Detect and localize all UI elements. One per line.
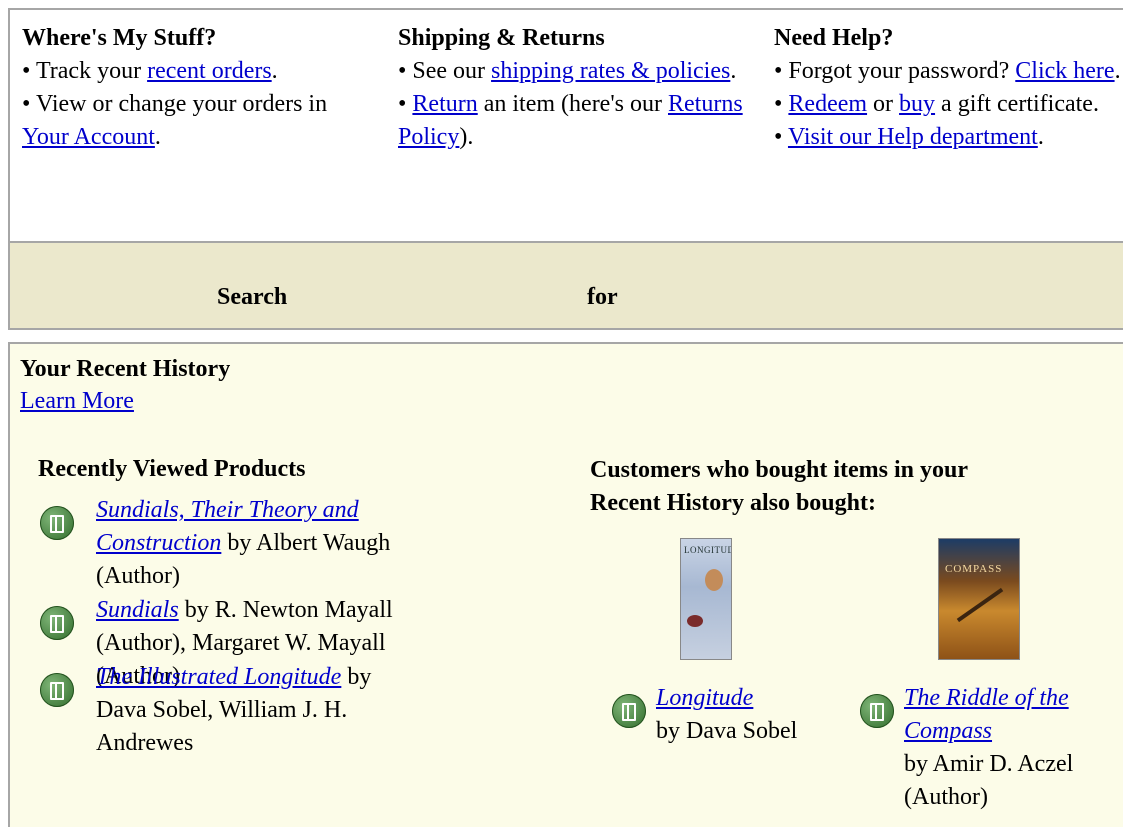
product-title-link[interactable]: The Illustrated Longitude	[96, 664, 341, 690]
cover-title-text: LONGITUDE	[684, 545, 731, 555]
book-icon[interactable]	[40, 606, 74, 640]
also-bought-title: Customers who bought items in your Recen…	[590, 457, 968, 516]
help-department-line: • Visit our Help department.	[774, 121, 1123, 154]
track-orders-line: • Track your recent orders.	[22, 55, 372, 88]
or-text: or	[867, 91, 900, 117]
recent-orders-link[interactable]: recent orders	[147, 58, 272, 84]
forgot-password-line: • Forgot your password? Click here.	[774, 55, 1123, 88]
book-icon[interactable]	[40, 673, 74, 707]
forgot-password-text: • Forgot your password?	[774, 58, 1016, 84]
recent-history-title: Your Recent History	[20, 356, 231, 382]
help-panel: Where's My Stuff? • Track your recent or…	[8, 8, 1123, 243]
shipping-returns-column: Shipping & Returns • See our shipping ra…	[398, 22, 758, 154]
track-orders-text: • Track your	[22, 58, 148, 84]
recent-history-panel: Your Recent History Learn More Recently …	[8, 342, 1123, 827]
portrait-icon	[705, 569, 723, 591]
recently-viewed-text: The Illustrated Longitude by Dava Sobel,…	[96, 661, 396, 760]
search-bar: Search for	[8, 243, 1123, 330]
book-icon[interactable]	[612, 694, 646, 728]
return-item-text: an item (here's our	[477, 91, 668, 117]
bullet: •	[398, 91, 413, 117]
search-label: Search	[217, 284, 288, 310]
buy-link[interactable]: buy	[899, 91, 935, 117]
also-bought-text: Longitude by Dava Sobel	[656, 682, 816, 748]
recently-viewed-text: Sundials, Their Theory and Construction …	[96, 494, 396, 593]
need-help-title: Need Help?	[774, 25, 894, 51]
also-bought-byline: by Amir D. Aczel (Author)	[904, 751, 1074, 810]
riddle-of-compass-cover-image[interactable]: COMPASS	[938, 538, 1020, 660]
product-title-link[interactable]: Sundials	[96, 597, 179, 623]
your-account-link[interactable]: Your Account	[22, 124, 155, 150]
longitude-cover-image[interactable]: LONGITUDE	[680, 538, 732, 660]
cover-title-text: COMPASS	[945, 563, 1003, 575]
click-here-link[interactable]: Click here	[1015, 58, 1114, 84]
book-icon[interactable]	[40, 506, 74, 540]
wheres-my-stuff-column: Where's My Stuff? • Track your recent or…	[22, 22, 372, 154]
period: .	[1114, 58, 1121, 84]
shipping-returns-title: Shipping & Returns	[398, 25, 605, 51]
book-icon[interactable]	[860, 694, 894, 728]
redeem-link[interactable]: Redeem	[788, 91, 867, 117]
shipping-rates-link[interactable]: shipping rates & policies	[491, 58, 730, 84]
period: .	[154, 124, 161, 150]
seal-icon	[687, 615, 703, 627]
search-for-label: for	[587, 284, 618, 310]
also-bought-title-link[interactable]: The Riddle of the Compass	[904, 685, 1069, 744]
gift-certificate-line: • Redeem or buy a gift certificate.	[774, 88, 1123, 121]
bullet: •	[774, 91, 789, 117]
need-help-column: Need Help? • Forgot your password? Click…	[774, 22, 1123, 154]
also-bought-byline: by Dava Sobel	[656, 718, 798, 744]
change-orders-line: • View or change your orders in Your Acc…	[22, 88, 372, 154]
close-paren: ).	[459, 124, 474, 150]
recently-viewed-title: Recently Viewed Products	[38, 456, 306, 482]
period: .	[1037, 124, 1044, 150]
shipping-rates-line: • See our shipping rates & policies.	[398, 55, 758, 88]
also-bought-text: The Riddle of the Compass by Amir D. Acz…	[904, 682, 1094, 814]
learn-more-link[interactable]: Learn More	[20, 386, 134, 416]
see-our-text: • See our	[398, 58, 492, 84]
help-department-link[interactable]: Visit our Help department	[788, 124, 1038, 150]
bullet: •	[774, 124, 788, 150]
compass-needle-icon	[956, 587, 1004, 623]
also-bought-title-link[interactable]: Longitude	[656, 685, 753, 711]
wheres-my-stuff-title: Where's My Stuff?	[22, 25, 217, 51]
gift-certificate-text: a gift certificate.	[935, 91, 1099, 117]
change-orders-text: • View or change your orders in	[22, 91, 328, 117]
period: .	[271, 58, 278, 84]
return-link[interactable]: Return	[412, 91, 477, 117]
period: .	[730, 58, 737, 84]
return-item-line: • Return an item (here's our Returns Pol…	[398, 88, 758, 154]
